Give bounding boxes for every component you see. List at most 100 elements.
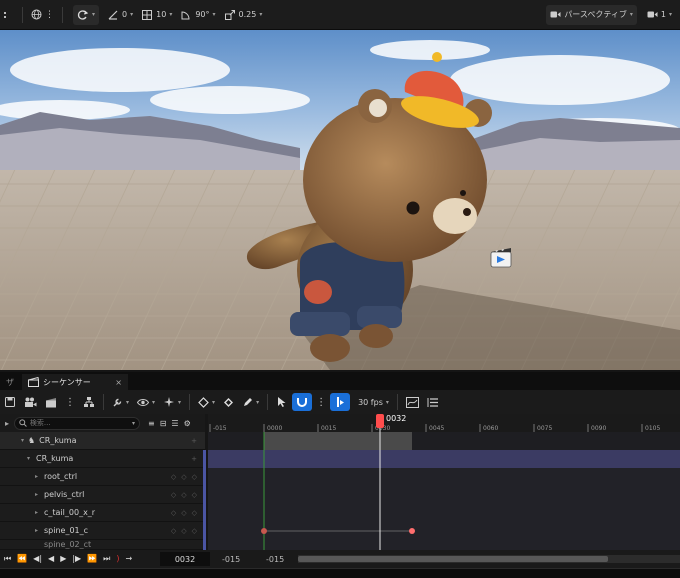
chevron-down-icon: ▾ [131, 419, 135, 427]
hierarchy-button[interactable] [79, 392, 99, 412]
view-options-dropdown[interactable]: ▾ [133, 392, 159, 412]
timeline-scrollbar[interactable] [298, 555, 680, 563]
jump-to-end-icon[interactable]: ⏭ [103, 554, 110, 564]
chevron-down-icon: ▾ [169, 11, 173, 18]
expand-arrow-icon[interactable]: ▸ [0, 491, 38, 498]
prev-key-icon[interactable]: ◇ [171, 491, 176, 499]
track-row[interactable]: ▸ c_tail_00_x_r ◇ ◇ ◇ [0, 504, 205, 522]
timeline-area[interactable]: -015 0000 0015 0030 0045 0060 0075 0090 0105 003… [208, 414, 680, 550]
snap-toggle-button[interactable] [292, 393, 313, 411]
next-key-icon[interactable]: ◇ [192, 527, 197, 535]
record-forward-icon[interactable]: → [126, 554, 133, 564]
frame-rate-dropdown[interactable]: 30 fps ▾ [354, 392, 393, 412]
viewport-options-button[interactable] [0, 5, 18, 25]
expand-arrow-icon[interactable]: ▸ [0, 473, 38, 480]
filter-icon[interactable]: ≡ [148, 419, 155, 428]
jump-to-start-icon[interactable]: ⏮ [4, 554, 11, 564]
add-camera-button[interactable] [20, 392, 41, 412]
keyframe[interactable] [409, 528, 415, 534]
track-row[interactable]: ▸ root_ctrl ◇ ◇ ◇ [0, 468, 205, 486]
render-movie-button[interactable] [41, 392, 61, 412]
expand-arrow-icon[interactable]: ▾ [0, 455, 30, 462]
add-key-icon[interactable]: ◇ [181, 491, 186, 499]
end-frame-field[interactable]: -015 [266, 555, 296, 564]
track-row[interactable]: ▸ spine_01_c ◇ ◇ ◇ [0, 522, 205, 540]
play-reverse-icon[interactable]: ◀ [48, 554, 54, 564]
expand-arrow-icon[interactable]: ▾ [0, 437, 24, 444]
prev-key-icon[interactable]: ◇ [171, 527, 176, 535]
playhead-snap-button[interactable] [330, 393, 351, 411]
snap-rotation-button[interactable]: 0 ▾ [103, 5, 137, 25]
list-view-icon[interactable]: ☰ [171, 419, 178, 428]
snap-rotation-value: 0 [122, 10, 128, 19]
search-field[interactable]: ▾ [14, 416, 140, 430]
save-sequence-button[interactable] [0, 392, 20, 412]
add-track-icon[interactable]: + [191, 455, 197, 463]
more-options-button[interactable]: ⋮ [61, 392, 79, 412]
key-options-dropdown[interactable]: ▾ [194, 392, 219, 412]
start-frame-field[interactable]: -015 [222, 555, 252, 564]
section-bar[interactable] [208, 450, 680, 468]
next-key-icon[interactable]: ◇ [192, 509, 197, 517]
kebab-menu-button[interactable]: ⋮ [312, 392, 330, 412]
add-track-button[interactable]: ▸ [0, 419, 14, 428]
prev-key-icon[interactable]: ◇ [171, 473, 176, 481]
perspective-dropdown[interactable]: パースペクティブ ▾ [546, 4, 637, 25]
magnet-icon [297, 398, 308, 407]
chevron-down-icon: ▾ [178, 398, 182, 406]
next-key-icon[interactable]: ◇ [192, 491, 197, 499]
grid-icon [142, 9, 153, 20]
add-key-icon[interactable]: ◇ [181, 527, 186, 535]
play-icon[interactable]: ▶ [60, 554, 66, 564]
surface-snap-button[interactable]: ▾ [73, 4, 100, 25]
select-keys-button[interactable] [272, 392, 292, 412]
key-interpolation-button[interactable] [219, 392, 238, 412]
tab-sequencer[interactable]: シーケンサー × [22, 374, 128, 390]
toolbar-divider [396, 394, 398, 410]
level-viewport[interactable] [0, 30, 680, 370]
edit-curve-dropdown[interactable]: ▾ [238, 392, 263, 412]
rotation-snap-button[interactable]: 90° ▾ [176, 5, 219, 25]
loop-icon[interactable]: ) [116, 554, 119, 564]
current-frame-field[interactable]: 0032 [160, 552, 210, 566]
previous-frame-icon[interactable]: ◀| [33, 554, 42, 564]
tracks-view-button[interactable] [423, 392, 443, 412]
close-tab-icon[interactable]: × [115, 378, 122, 387]
track-row[interactable]: ▾ ♞ CR_kuma + [0, 432, 205, 450]
previous-key-icon[interactable]: ⏪ [17, 554, 27, 564]
add-key-icon[interactable]: ◇ [181, 473, 186, 481]
search-input[interactable] [29, 419, 129, 427]
track-row[interactable]: spine_02_ct [0, 540, 205, 550]
camera-speed-button[interactable]: 1 ▾ [643, 5, 676, 25]
scrollbar-thumb[interactable] [298, 556, 608, 562]
kebab-icon: ⋮ [65, 396, 75, 408]
curve-editor-button[interactable] [402, 392, 423, 412]
list-icon [427, 397, 438, 407]
next-key-icon[interactable]: ◇ [192, 473, 197, 481]
playback-range-bar[interactable] [264, 432, 412, 450]
next-frame-icon[interactable]: |▶ [72, 554, 81, 564]
scale-snap-button[interactable]: 0.25 ▾ [220, 5, 267, 25]
track-row[interactable]: ▾ CR_kuma + [0, 450, 205, 468]
transport-bar: ⏮ ⏪ ◀| ◀ ▶ |▶ ⏩ ⏭ ) → 0032 -015 -015 [0, 550, 680, 568]
ruler-ticks: -015 0000 0015 0030 0045 0060 0075 0090 0105 [209, 424, 660, 432]
prev-key-icon[interactable]: ◇ [171, 509, 176, 517]
add-key-icon[interactable]: ◇ [181, 509, 186, 517]
add-track-icon[interactable]: + [191, 437, 197, 445]
expand-arrow-icon[interactable]: ▸ [0, 509, 38, 516]
camera-speed-icon [647, 11, 658, 18]
expand-arrow-icon[interactable]: ▸ [0, 527, 38, 534]
sort-icon[interactable]: ⊟ [160, 419, 167, 428]
chevron-down-icon: ▾ [629, 11, 633, 18]
track-row[interactable]: ▸ pelvis_ctrl ◇ ◇ ◇ [0, 486, 205, 504]
tab-previous[interactable]: ザ [0, 374, 20, 390]
key-diamond-icon [198, 396, 209, 408]
playhead-handle[interactable] [376, 414, 384, 428]
next-key-icon[interactable]: ⏩ [87, 554, 97, 564]
world-local-toggle[interactable]: ⋮ [27, 5, 58, 25]
keyframe[interactable] [261, 528, 267, 534]
settings-gear-icon[interactable]: ⚙ [184, 419, 191, 428]
playback-options-dropdown[interactable]: ▾ [159, 392, 185, 412]
actions-dropdown[interactable]: ▾ [108, 392, 133, 412]
grid-snap-button[interactable]: 10 ▾ [137, 5, 176, 25]
